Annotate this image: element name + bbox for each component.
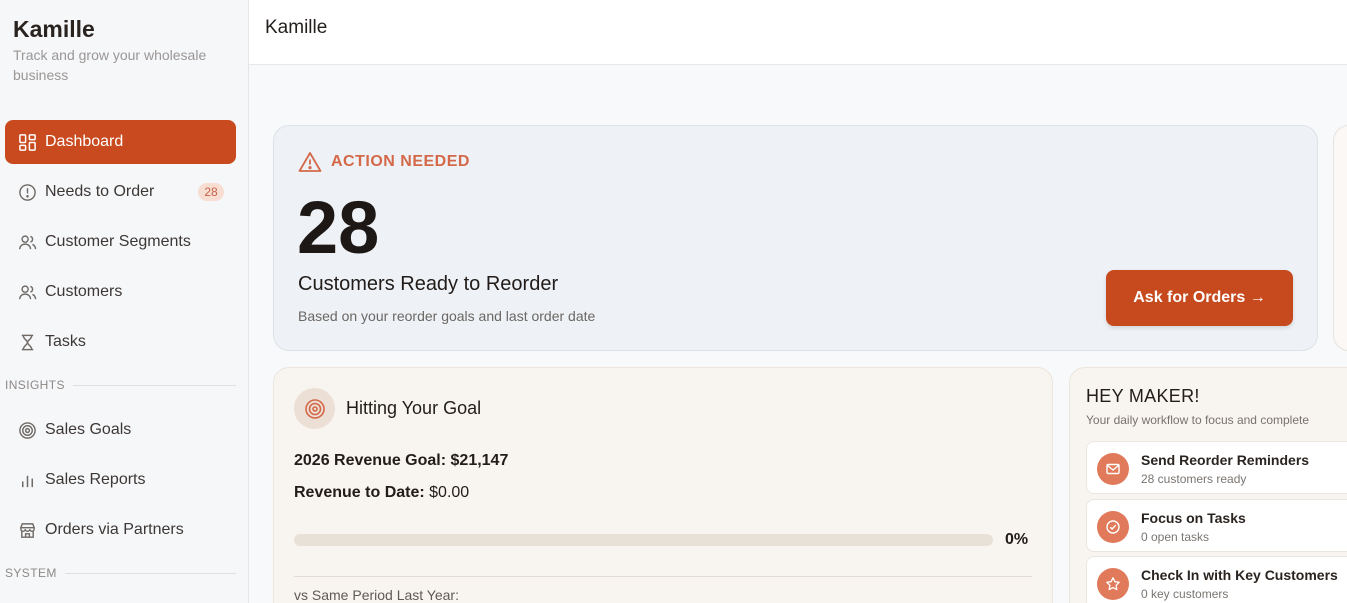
star-icon [1097,568,1129,600]
system-section-label: SYSTEM [5,566,236,580]
workflow-item-title: Send Reorder Reminders [1141,452,1310,468]
goal-progress-bar [294,534,993,546]
workflow-item-title: Focus on Tasks [1141,510,1246,526]
insights-section-label: INSIGHTS [5,378,236,392]
sidebar-item-customers[interactable]: Customers [5,270,236,314]
hitting-your-goal-card: Hitting Your Goal 2026 Revenue Goal: $21… [273,367,1053,603]
sidebar-item-label: Dashboard [45,133,124,150]
workflow-title: HEY MAKER! [1086,386,1200,406]
workflow-item-subtitle: 28 customers ready [1141,472,1247,486]
hourglass-icon [17,332,37,352]
top-bar: Kamille [249,0,1347,65]
workflow-subtitle: Your daily workflow to focus and complet… [1086,413,1310,427]
sidebar-item-label: Needs to Order [45,183,155,200]
sidebar-item-label: Sales Goals [45,421,132,438]
workflow-item-title: Check In with Key Customers [1141,567,1338,583]
check-circle-icon [1097,511,1129,543]
revenue-to-date: Revenue to Date: $0.00 [294,484,470,501]
revenue-goal: 2026 Revenue Goal: $21,147 [294,452,509,469]
store-icon [17,520,37,540]
goal-progress-percent: 0% [1005,531,1029,548]
sidebar-item-label: Orders via Partners [45,521,184,538]
next-card-peek [1333,125,1347,351]
alert-circle-icon [17,182,37,202]
sidebar-item-tasks[interactable]: Tasks [5,320,236,364]
users-icon [17,282,37,302]
divider [294,576,1032,577]
workflow-item-focus-on-tasks[interactable]: Focus on Tasks 0 open tasks [1086,499,1347,552]
app-name: Kamille [13,16,95,42]
dashboard-icon [17,132,37,152]
workflow-item-send-reorder-reminders[interactable]: Send Reorder Reminders 28 customers read… [1086,441,1347,494]
customers-ready-count: 28 [297,186,380,269]
sidebar-item-label: Tasks [45,333,86,350]
sidebar-item-label: Customer Segments [45,233,191,250]
goal-card-title: Hitting Your Goal [346,398,482,418]
sidebar-item-label: Customers [45,283,123,300]
sidebar-item-customer-segments[interactable]: Customer Segments [5,220,236,264]
target-icon [294,388,335,429]
workflow-item-check-in-key-customers[interactable]: Check In with Key Customers 0 key custom… [1086,556,1347,603]
action-needed-heading: ACTION NEEDED [298,151,470,173]
needs-to-order-count-badge: 28 [198,183,224,201]
sidebar-item-needs-to-order[interactable]: Needs to Order 28 [5,170,236,214]
ask-for-orders-button[interactable]: Ask for Orders → [1106,270,1293,326]
sidebar-item-label: Sales Reports [45,471,146,488]
mail-icon [1097,453,1129,485]
bar-chart-icon [17,470,37,490]
sidebar-item-sales-reports[interactable]: Sales Reports [5,458,236,502]
sidebar-item-dashboard[interactable]: Dashboard [5,120,236,164]
sidebar-item-orders-via-partners[interactable]: Orders via Partners [5,508,236,552]
warning-icon [298,152,322,172]
workflow-item-subtitle: 0 key customers [1141,587,1229,601]
users-icon [17,232,37,252]
app-tagline: Track and grow your wholesale business [13,47,207,83]
workflow-item-subtitle: 0 open tasks [1141,530,1210,544]
sidebar: Kamille Track and grow your wholesale bu… [0,0,249,603]
daily-workflow-card: HEY MAKER! Your daily workflow to focus … [1069,367,1347,603]
vs-last-year-label: vs Same Period Last Year: [294,587,459,603]
sidebar-item-sales-goals[interactable]: Sales Goals [5,408,236,452]
target-icon [17,420,37,440]
action-needed-card: ACTION NEEDED 28 Customers Ready to Reor… [273,125,1318,351]
action-title: Customers Ready to Reorder [298,273,559,295]
page-title: Kamille [265,17,328,38]
action-subtitle: Based on your reorder goals and last ord… [298,308,596,324]
